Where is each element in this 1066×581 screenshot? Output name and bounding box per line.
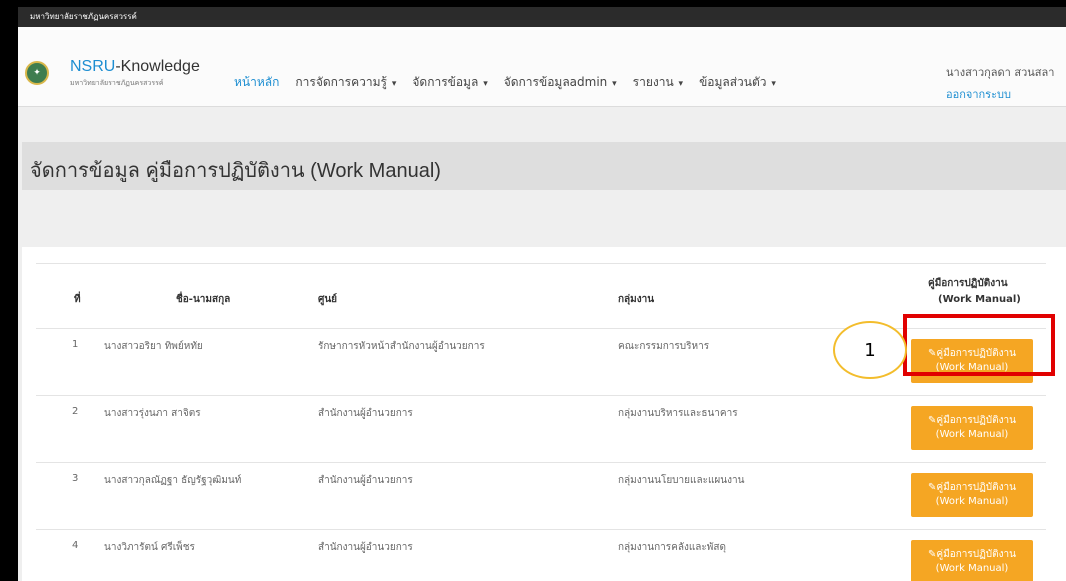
cell-center: สำนักงานผู้อำนวยการ bbox=[318, 408, 413, 419]
user-name: นางสาวกุลดา สวนสลา bbox=[946, 66, 1055, 79]
table-header: ที่ ชื่อ-นามสกุล ศูนย์ กลุ่มงาน คู่มือกา… bbox=[36, 263, 1046, 329]
work-manual-button-line1: ✎คู่มือการปฏิบัติงาน bbox=[911, 548, 1033, 562]
cell-no: 3 bbox=[72, 473, 79, 484]
button-label: คู่มือการปฏิบัติงาน bbox=[936, 415, 1016, 426]
menu-item-label: จัดการข้อมูล bbox=[412, 75, 479, 89]
menu-item-knowledge[interactable]: การจัดการความรู้ ▾ bbox=[287, 73, 404, 92]
menu-item-label: ข้อมูลส่วนตัว bbox=[699, 75, 767, 89]
menu-item-data[interactable]: จัดการข้อมูล ▾ bbox=[404, 73, 495, 92]
header-manual-line2: (Work Manual) bbox=[938, 294, 1021, 305]
header-group: กลุ่มงาน bbox=[618, 294, 655, 305]
caret-down-icon: ▾ bbox=[768, 79, 776, 89]
brand[interactable]: NSRU-Knowledge มหาวิทยาลัยราชภัฏนครสวรรค… bbox=[70, 59, 200, 89]
brand-name-rest: -Knowledge bbox=[115, 58, 200, 75]
work-manual-button-line2: (Work Manual) bbox=[935, 563, 1009, 574]
navbar: ✦ NSRU-Knowledge มหาวิทยาลัยราชภัฏนครสวร… bbox=[18, 27, 1066, 107]
step-marker: 1 bbox=[833, 321, 907, 379]
content-panel: ที่ ชื่อ-นามสกุล ศูนย์ กลุ่มงาน คู่มือกา… bbox=[22, 247, 1066, 581]
table-row: 2 นางสาวรุ่งนภา สาจิตร สำนักงานผู้อำนวยก… bbox=[36, 396, 1046, 463]
brand-subtitle: มหาวิทยาลัยราชภัฏนครสวรรค์ bbox=[70, 80, 164, 87]
page-header: จัดการข้อมูล คู่มือการปฏิบัติงาน (Work M… bbox=[22, 142, 1066, 190]
cell-name: นางสาวอริยา ทิพย์หทัย bbox=[104, 341, 203, 352]
work-manual-button-line2: (Work Manual) bbox=[935, 496, 1009, 507]
work-manual-button[interactable]: ✎คู่มือการปฏิบัติงาน (Work Manual) bbox=[911, 406, 1033, 450]
table-row: 4 นางวิภารัตน์ ศรีเพ็ชร สำนักงานผู้อำนวย… bbox=[36, 530, 1046, 581]
work-manual-button-line1: ✎คู่มือการปฏิบัติงาน bbox=[911, 481, 1033, 495]
cell-group: กลุ่มงานนโยบายและแผนงาน bbox=[618, 475, 745, 486]
page-title: จัดการข้อมูล คู่มือการปฏิบัติงาน (Work M… bbox=[30, 160, 441, 182]
cell-no: 1 bbox=[72, 339, 79, 350]
menu-item-home[interactable]: หน้าหลัก bbox=[226, 73, 287, 92]
work-manual-button-line2: (Work Manual) bbox=[935, 429, 1009, 440]
table-row: 3 นางสาวกุลณัฏฐา ธัญรัฐวุฒิมนท์ สำนักงาน… bbox=[36, 463, 1046, 530]
header-no: ที่ bbox=[74, 294, 81, 305]
brand-name-accent: NSRU bbox=[70, 58, 116, 75]
cell-name: นางสาวรุ่งนภา สาจิตร bbox=[104, 408, 201, 419]
caret-down-icon: ▾ bbox=[609, 79, 617, 89]
cell-group: กลุ่มงานการคลังและพัสดุ bbox=[618, 542, 726, 553]
user-panel: นางสาวกุลดา สวนสลา ออกจากระบบ bbox=[946, 63, 1066, 103]
work-manual-button-line1: ✎คู่มือการปฏิบัติงาน bbox=[911, 414, 1033, 428]
caret-down-icon: ▾ bbox=[388, 79, 397, 89]
menu-item-label: การจัดการความรู้ bbox=[295, 75, 387, 89]
menu-item-label: จัดการข้อมูลadmin bbox=[503, 75, 608, 89]
button-label: คู่มือการปฏิบัติงาน bbox=[936, 482, 1016, 493]
university-logo-icon[interactable]: ✦ bbox=[25, 61, 49, 85]
header-center: ศูนย์ bbox=[318, 294, 338, 305]
caret-down-icon: ▾ bbox=[675, 79, 684, 89]
header-manual-line1: คู่มือการปฏิบัติงาน bbox=[928, 278, 1008, 289]
cell-group: กลุ่มงานบริหารและธนาคาร bbox=[618, 408, 738, 419]
cell-name: นางสาวกุลณัฏฐา ธัญรัฐวุฒิมนท์ bbox=[104, 475, 242, 486]
menu-item-admin[interactable]: จัดการข้อมูลadmin ▾ bbox=[496, 73, 625, 92]
cell-no: 4 bbox=[72, 540, 79, 551]
highlight-box bbox=[903, 314, 1055, 376]
cell-center: สำนักงานผู้อำนวยการ bbox=[318, 542, 413, 553]
work-manual-button[interactable]: ✎คู่มือการปฏิบัติงาน (Work Manual) bbox=[911, 473, 1033, 517]
cell-group: คณะกรรมการบริหาร bbox=[618, 341, 710, 352]
brand-name[interactable]: NSRU-Knowledge bbox=[70, 59, 200, 75]
button-label: คู่มือการปฏิบัติงาน bbox=[936, 549, 1016, 560]
main-menu: หน้าหลัก การจัดการความรู้ ▾ จัดการข้อมูล… bbox=[226, 73, 784, 92]
cell-name: นางวิภารัตน์ ศรีเพ็ชร bbox=[104, 542, 195, 553]
manual-table: ที่ ชื่อ-นามสกุล ศูนย์ กลุ่มงาน คู่มือกา… bbox=[36, 263, 1046, 581]
screenshot-frame: มหาวิทยาลัยราชภัฏนครสวรรค์ ✦ NSRU-Knowle… bbox=[0, 0, 1066, 581]
menu-item-report[interactable]: รายงาน ▾ bbox=[625, 73, 691, 92]
top-strip: มหาวิทยาลัยราชภัฏนครสวรรค์ bbox=[18, 7, 1066, 27]
cell-center: รักษาการหัวหน้าสำนักงานผู้อำนวยการ bbox=[318, 341, 485, 352]
menu-item-profile[interactable]: ข้อมูลส่วนตัว ▾ bbox=[691, 73, 784, 92]
caret-down-icon: ▾ bbox=[480, 79, 488, 89]
menu-item-label: รายงาน bbox=[632, 75, 674, 89]
logout-link[interactable]: ออกจากระบบ bbox=[946, 85, 1066, 103]
menu-item-label: หน้าหลัก bbox=[234, 75, 280, 89]
work-manual-button[interactable]: ✎คู่มือการปฏิบัติงาน (Work Manual) bbox=[911, 540, 1033, 581]
header-name: ชื่อ-นามสกุล bbox=[176, 294, 231, 305]
browser-viewport: มหาวิทยาลัยราชภัฏนครสวรรค์ ✦ NSRU-Knowle… bbox=[18, 7, 1066, 581]
cell-no: 2 bbox=[72, 406, 79, 417]
cell-center: สำนักงานผู้อำนวยการ bbox=[318, 475, 413, 486]
